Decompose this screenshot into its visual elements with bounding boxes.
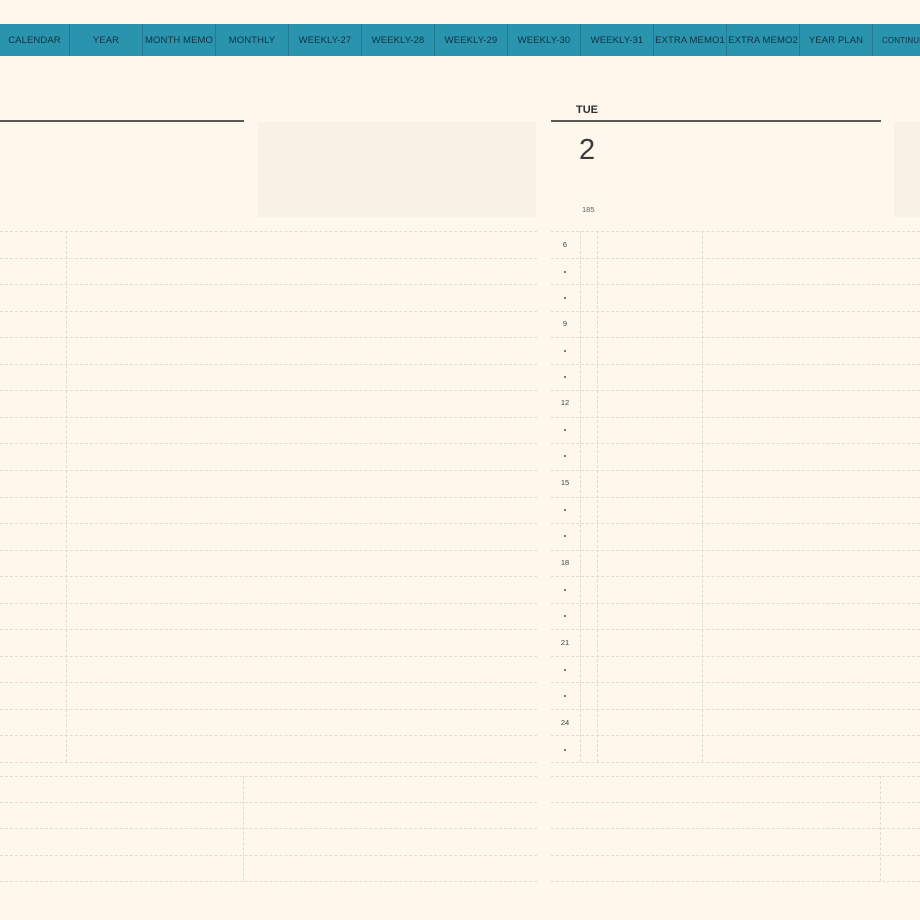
tab-calendar[interactable]: CALENDAR	[0, 24, 70, 56]
left-schedule-line	[0, 258, 537, 259]
right-schedule-line	[551, 762, 920, 763]
half-hour-dot	[564, 669, 566, 671]
tab-extra-memo2[interactable]: EXTRA MEMO2	[727, 24, 800, 56]
day-name: TUE	[576, 104, 598, 116]
left-schedule-line	[0, 284, 537, 285]
left-schedule-line	[0, 709, 537, 710]
tab-year-plan[interactable]: YEAR PLAN	[800, 24, 873, 56]
right-schedule-line	[551, 576, 920, 577]
hour-label: 18	[560, 558, 570, 567]
right-schedule-line	[551, 470, 920, 471]
left-header-rule	[0, 120, 244, 122]
right-schedule-line	[551, 390, 920, 391]
right-schedule-line	[551, 231, 920, 232]
left-column-divider	[66, 231, 67, 762]
right-memo-line	[551, 802, 920, 803]
left-schedule-line	[0, 735, 537, 736]
right-schedule-line	[551, 284, 920, 285]
tab-weekly-27[interactable]: WEEKLY-27	[289, 24, 362, 56]
left-schedule-line	[0, 443, 537, 444]
left-schedule-line	[0, 337, 537, 338]
right-schedule-line	[551, 709, 920, 710]
half-hour-dot	[564, 297, 566, 299]
left-schedule-line	[0, 523, 537, 524]
left-memo-line	[0, 881, 537, 882]
left-memo-line	[0, 802, 537, 803]
half-hour-dot	[564, 589, 566, 591]
right-schedule-line	[551, 656, 920, 657]
right-memo-line	[551, 855, 920, 856]
half-hour-dot	[564, 695, 566, 697]
right-schedule-line	[551, 337, 920, 338]
right-memo-line	[551, 881, 920, 882]
tab-month-memo[interactable]: MONTH MEMO	[143, 24, 216, 56]
hour-label: 15	[560, 478, 570, 487]
right-header-rule	[551, 120, 881, 122]
half-hour-dot	[564, 615, 566, 617]
hour-label: 24	[560, 718, 570, 727]
half-hour-dot	[564, 455, 566, 457]
tab-year[interactable]: YEAR	[70, 24, 143, 56]
hour-label: 9	[562, 319, 568, 328]
left-schedule-line	[0, 390, 537, 391]
right-schedule-line	[551, 550, 920, 551]
half-hour-dot	[564, 271, 566, 273]
right-schedule-line	[551, 682, 920, 683]
left-schedule-line	[0, 656, 537, 657]
left-schedule-line	[0, 550, 537, 551]
left-memo-line	[0, 828, 537, 829]
left-schedule-line	[0, 576, 537, 577]
tab-continue[interactable]: CONTINUE	[873, 24, 920, 56]
left-schedule-line	[0, 470, 537, 471]
right-schedule-line	[551, 258, 920, 259]
left-schedule-line	[0, 762, 537, 763]
left-schedule-line	[0, 497, 537, 498]
time-column-divider	[580, 231, 581, 762]
memo-divider	[880, 776, 881, 881]
tab-bar: CALENDAR YEAR MONTH MEMO MONTHLY WEEKLY-27 WE…	[0, 24, 920, 56]
tab-weekly-29[interactable]: WEEKLY-29	[435, 24, 508, 56]
right-notes-box[interactable]	[894, 122, 920, 217]
right-schedule-line	[551, 629, 920, 630]
left-memo-line	[0, 776, 537, 777]
left-schedule-line	[0, 417, 537, 418]
tab-monthly[interactable]: MONTHLY	[216, 24, 289, 56]
left-notes-box[interactable]	[258, 122, 536, 217]
tab-weekly-31[interactable]: WEEKLY-31	[581, 24, 654, 56]
right-schedule-line	[551, 311, 920, 312]
tab-weekly-30[interactable]: WEEKLY-30	[508, 24, 581, 56]
right-column-divider	[702, 231, 703, 762]
left-schedule-line	[0, 364, 537, 365]
hour-label: 12	[560, 398, 570, 407]
half-hour-dot	[564, 509, 566, 511]
hour-label: 6	[562, 240, 568, 249]
day-number: 2	[579, 134, 596, 166]
left-schedule-line	[0, 603, 537, 604]
half-hour-dot	[564, 749, 566, 751]
right-schedule-line	[551, 523, 920, 524]
tab-weekly-28[interactable]: WEEKLY-28	[362, 24, 435, 56]
hour-label: 21	[560, 638, 570, 647]
day-of-year: 185	[582, 205, 595, 214]
left-schedule-line	[0, 311, 537, 312]
tab-extra-memo1[interactable]: EXTRA MEMO1	[654, 24, 727, 56]
left-schedule-line	[0, 231, 537, 232]
left-schedule-line	[0, 629, 537, 630]
half-hour-dot	[564, 376, 566, 378]
right-schedule-line	[551, 603, 920, 604]
right-memo-line	[551, 776, 920, 777]
right-schedule-line	[551, 497, 920, 498]
right-schedule-line	[551, 417, 920, 418]
left-memo-line	[0, 855, 537, 856]
memo-divider	[243, 776, 244, 881]
half-hour-dot	[564, 350, 566, 352]
right-schedule-line	[551, 735, 920, 736]
half-hour-dot	[564, 429, 566, 431]
right-schedule-line	[551, 443, 920, 444]
right-schedule-line	[551, 364, 920, 365]
right-memo-line	[551, 828, 920, 829]
left-schedule-line	[0, 682, 537, 683]
time-column-divider	[597, 231, 598, 762]
half-hour-dot	[564, 535, 566, 537]
